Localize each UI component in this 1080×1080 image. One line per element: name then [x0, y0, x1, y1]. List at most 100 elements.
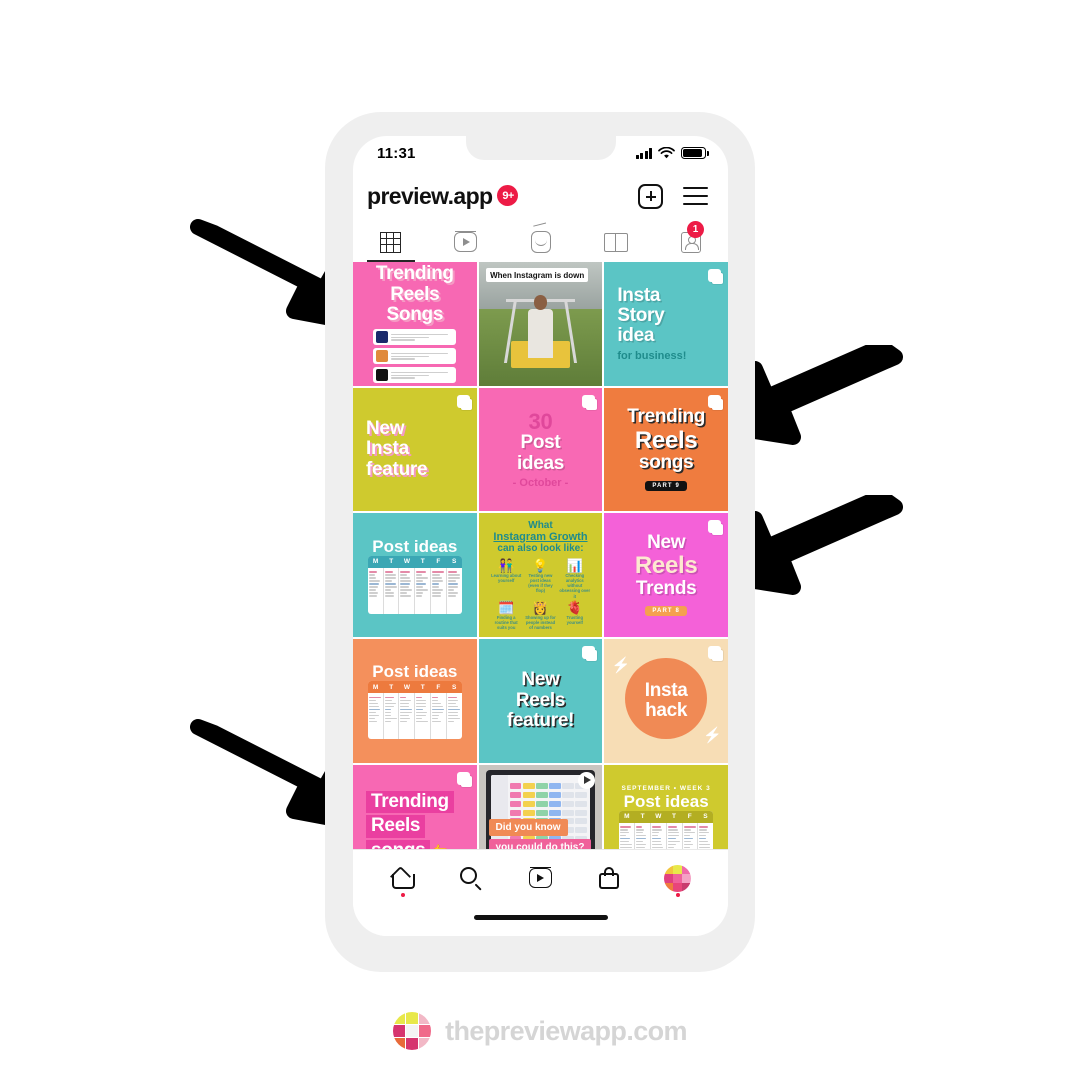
plus-square-icon[interactable]: [638, 184, 663, 209]
tile-line-2: Reels: [507, 691, 574, 711]
home-icon: [392, 868, 415, 889]
planner-line: [448, 718, 460, 720]
nav-search[interactable]: [452, 858, 492, 898]
song-line: [391, 358, 415, 359]
tab-igtv[interactable]: [503, 222, 578, 262]
calendar-cell: [575, 818, 587, 824]
grid-cell-new-reels-feature[interactable]: New Reels feature!: [479, 639, 603, 763]
calendar-cell: [510, 783, 522, 789]
tile-line-1: Insta: [617, 286, 686, 306]
planner-line: [699, 838, 706, 840]
grid-cell-trending-reels-songs-part9[interactable]: Trending Reels songs PART 9: [604, 388, 728, 512]
nav-shop[interactable]: [589, 858, 629, 898]
calendar-cell: [562, 810, 574, 816]
planner-line: [400, 706, 409, 708]
footer-text: thepreviewapp.com: [445, 1016, 687, 1047]
tile-line-2: Reels: [366, 815, 425, 837]
home-indicator-bar[interactable]: [474, 915, 608, 920]
calendar-cell: [510, 810, 522, 816]
planner-line: [620, 829, 628, 831]
tab-guides[interactable]: [578, 222, 653, 262]
grid-cell-when-instagram-is-down[interactable]: When Instagram is down: [479, 262, 603, 386]
planner-cell-3: [415, 568, 431, 614]
planner-line: [636, 844, 646, 846]
grid-cell-post-ideas-teal[interactable]: Post ideas M T W T F S: [353, 513, 477, 637]
planner-line: [432, 718, 438, 720]
tab-reels[interactable]: [428, 222, 503, 262]
song-list: [373, 329, 456, 383]
planner-line: [432, 700, 438, 702]
planner-cell-5: [447, 568, 462, 614]
planner-day-5: S: [698, 811, 714, 823]
song-meta: [391, 370, 453, 380]
grid-cell-trending-reels-songs-1[interactable]: Trending Reels Songs: [353, 262, 477, 386]
planner-line: [400, 700, 411, 702]
grid-cell-new-insta-feature[interactable]: New Insta feature: [353, 388, 477, 512]
planner-line: [416, 583, 425, 585]
nav-profile[interactable]: [658, 858, 698, 898]
planner-line: [448, 586, 458, 588]
tile-line-3: feature!: [507, 711, 574, 731]
growth-caption: Checking analytics without obsessing ove…: [559, 573, 591, 599]
planner-line: [432, 589, 443, 591]
growth-line-3: can also look like:: [493, 543, 587, 554]
planner-cell-3: [415, 693, 431, 739]
planner-line: [369, 571, 377, 573]
planner-line: [400, 697, 406, 699]
planner-line: [416, 592, 422, 594]
planner-line: [385, 586, 397, 588]
grid-cell-insta-story-idea[interactable]: Insta Story idea for business!: [604, 262, 728, 386]
planner-line: [369, 595, 378, 597]
planner-line: [448, 580, 456, 582]
grid-cell-post-ideas-orange[interactable]: Post ideas M T W T F S: [353, 639, 477, 763]
hack-text: Insta hack: [645, 681, 688, 722]
tile-part-badge: PART 8: [645, 606, 687, 616]
planner-line: [684, 841, 691, 843]
planner-line: [369, 697, 381, 699]
tile-text-block: Insta Story idea for business!: [611, 286, 686, 362]
grid-cell-new-reels-trends-part8[interactable]: New Reels Trends PART 8: [604, 513, 728, 637]
growth-caption: Finding a routine that suits you: [490, 615, 522, 631]
planner-body-row: [368, 693, 462, 739]
planner-line: [448, 577, 460, 579]
grid-cell-insta-hack[interactable]: ⚡ ⚡ Insta hack: [604, 639, 728, 763]
lightning-bolt-1: ⚡: [703, 726, 722, 744]
footer-branding: thepreviewapp.com: [0, 1012, 1080, 1050]
planner-eyebrow: SEPTEMBER • WEEK 3: [622, 785, 711, 792]
growth-item-4: 👸 Showing up for people instead of number…: [524, 601, 556, 631]
tab-tagged[interactable]: 1: [653, 222, 728, 262]
song-row-2: [373, 367, 456, 383]
grid-cell-30-post-ideas[interactable]: 30 Post ideas - October -: [479, 388, 603, 512]
grid-cell-instagram-growth[interactable]: What Instagram Growth can also look like: 👫…: [479, 513, 603, 637]
calendar-cell: [523, 810, 535, 816]
planner-line: [369, 703, 378, 705]
lightning-bolt-0: ⚡: [612, 656, 631, 674]
nav-reels[interactable]: [520, 858, 560, 898]
growth-emoji: 🫀: [567, 601, 583, 614]
song-line: [391, 372, 448, 373]
tile-text-block: New Reels Trends PART 8: [635, 533, 698, 617]
planner-line: [699, 826, 708, 828]
planner-line: [385, 715, 391, 717]
planner-line: [416, 721, 427, 723]
planner-line: [432, 571, 444, 573]
planner-cell-5: [447, 693, 462, 739]
tile-subtext: - October -: [513, 477, 569, 489]
hamburger-menu-icon[interactable]: [683, 187, 708, 205]
carousel-icon: [457, 772, 470, 785]
planner-line: [369, 700, 376, 702]
planner-line: [369, 712, 376, 714]
planner-line: [400, 721, 406, 723]
calendar-cell: [536, 792, 548, 798]
planner-cell-0: [368, 568, 384, 614]
carousel-icon: [708, 395, 721, 408]
planner-line: [416, 571, 426, 573]
planner-line: [684, 838, 694, 840]
planner-line: [416, 712, 427, 714]
planner-line: [668, 844, 677, 846]
planner-line: [385, 721, 392, 723]
shop-bag-icon: [599, 867, 619, 889]
planner-line: [432, 595, 440, 597]
tab-grid[interactable]: [353, 222, 428, 262]
nav-home[interactable]: [383, 858, 423, 898]
